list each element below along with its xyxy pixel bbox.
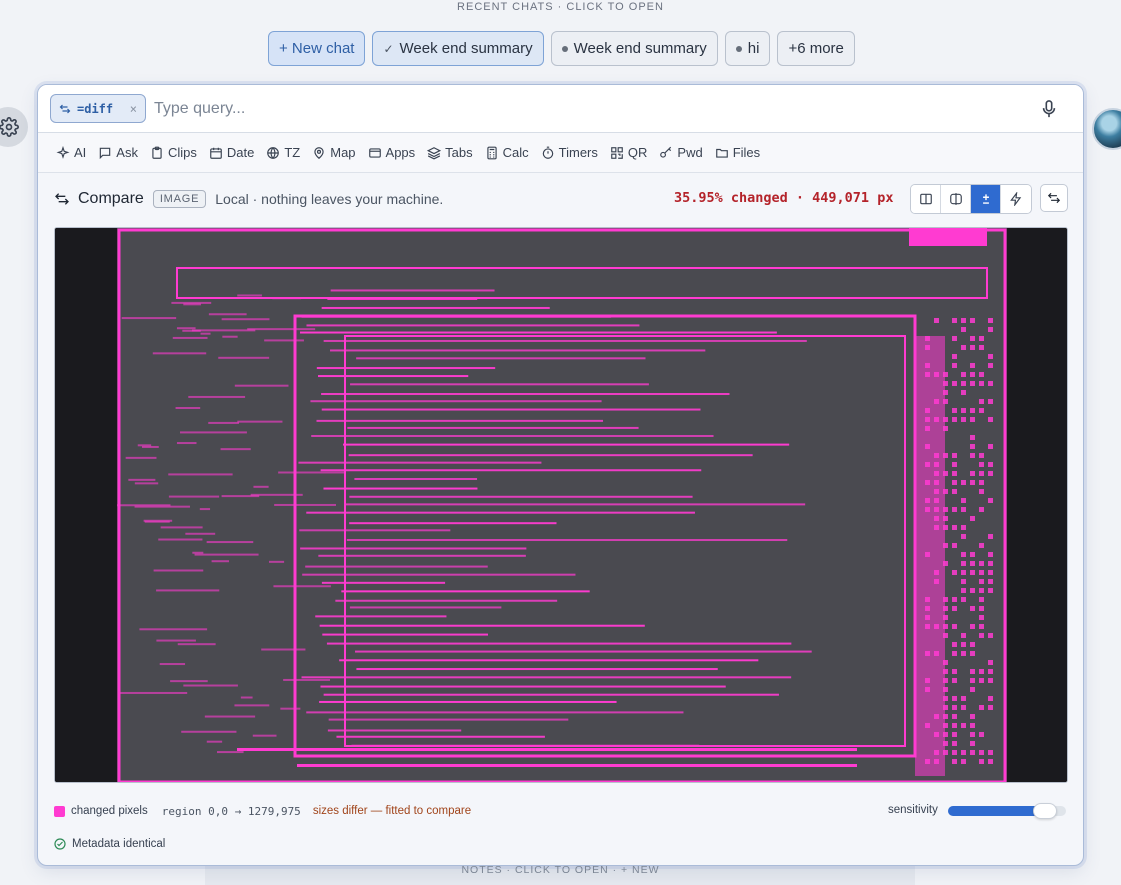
map-pin-icon [314,146,324,159]
tool-calc[interactable]: Calc [485,145,529,160]
tool-timers[interactable]: Timers [541,145,598,160]
letterbox-right [1007,228,1067,782]
tool-label: Clips [167,145,197,160]
view-mode-group [910,184,1032,214]
command-panel: =diff × AI Ask Clips Date [37,84,1084,866]
microphone-button[interactable] [1029,99,1069,118]
letterbox-left [55,228,117,782]
more-chats-label: +6 more [788,40,844,57]
changed-pixels-swatch [54,805,65,817]
chat-bubble-icon [100,147,111,159]
new-chat-label: + New chat [279,40,355,57]
globe-icon [267,146,280,159]
flicker-view-button[interactable] [1001,185,1031,213]
tool-map[interactable]: Map [312,145,356,160]
gear-icon [0,117,19,137]
recent-chat-label: hi [747,40,760,57]
more-chats-button[interactable]: +6 more [777,31,855,66]
tool-tabs[interactable]: Tabs [427,145,473,160]
key-icon [660,146,672,158]
swap-icon [1047,192,1061,204]
changed-stat: 35.95% changed · 449,071 px [674,190,894,206]
swipe-compare-icon [949,193,962,205]
recent-chat-hi[interactable]: hi [724,31,771,66]
microphone-icon [1042,99,1056,117]
swap-icon [55,193,69,205]
lightning-icon [1010,192,1022,206]
tool-label: Calc [502,145,529,160]
query-input[interactable] [154,93,1029,124]
tool-label: Map [330,145,356,160]
check-icon: ✓ [383,41,394,56]
size-mismatch-note: sizes differ — fitted to compare [312,805,472,817]
tool-label: Apps [385,145,416,160]
tool-qr[interactable]: QR [610,145,648,160]
tool-label: TZ [284,145,301,160]
compare-header: Compare IMAGE Local · nothing leaves you… [38,173,1083,225]
sensitivity-handle[interactable] [1032,803,1057,819]
tool-apps[interactable]: Apps [368,145,416,160]
tool-label: Pwd [677,145,703,160]
folder-icon [715,148,728,158]
slider-view-button[interactable] [941,185,971,213]
dot-icon [735,45,742,52]
plus-minus-icon [982,194,989,204]
new-chat-button[interactable]: + New chat [268,31,366,66]
diff-legend: changed pixels region 0,0 → 1279,975 siz… [54,803,1068,819]
clipboard-icon [152,146,162,159]
sensitivity-slider[interactable] [948,803,1066,819]
tool-ai[interactable]: AI [56,145,86,160]
calendar-icon [210,147,222,159]
recent-chats-bar: + New chat ✓ Week end summary Week end s… [268,31,855,66]
check-circle-icon [54,838,66,850]
notes-label: NOTES · CLICK TO OPEN · + NEW [461,864,660,876]
side-by-side-view-button[interactable] [911,185,941,213]
swap-images-button[interactable] [1040,184,1068,212]
tool-label: AI [74,145,87,160]
diff-view-button[interactable] [971,185,1001,213]
tool-tz[interactable]: TZ [266,145,300,160]
swap-icon [59,104,71,113]
recent-chats-label: RECENT CHATS · CLICK TO OPEN [457,1,664,13]
metadata-status: Metadata identical [54,838,165,850]
region-readout: region 0,0 → 1279,975 [161,804,301,818]
diff-image-viewer[interactable] [54,227,1068,783]
tool-label: Ask [116,145,138,160]
sparkle-icon [56,145,70,159]
tool-files[interactable]: Files [715,145,760,160]
diff-mode-chip[interactable]: =diff × [50,94,146,123]
dot-icon [561,45,568,52]
sensitivity-label: sensitivity [888,804,938,816]
tool-label: Tabs [445,145,473,160]
changed-pixels-label: changed pixels [71,805,148,817]
qr-icon [611,146,623,159]
tool-label: Date [226,145,255,160]
diff-mode-label: =diff [77,101,114,116]
tool-label: Files [732,145,761,160]
metadata-label: Metadata identical [72,838,166,850]
tool-label: Timers [558,145,598,160]
sensitivity-fill [948,806,1045,816]
tool-date[interactable]: Date [209,145,254,160]
diff-image [117,228,1007,782]
query-bar: =diff × [38,85,1083,133]
tool-label: QR [627,145,648,160]
image-badge: IMAGE [152,190,207,208]
recent-chat-week-end-summary[interactable]: Week end summary [550,31,718,66]
calculator-icon [486,146,497,159]
recent-chat-label: Week end summary [573,40,707,57]
tool-pwd[interactable]: Pwd [659,145,703,160]
window-icon [368,147,381,158]
tool-ask[interactable]: Ask [98,145,138,160]
stopwatch-icon [542,146,553,159]
tool-clips[interactable]: Clips [150,145,197,160]
privacy-note: Local · nothing leaves your machine. [215,191,444,207]
split-columns-icon [919,193,932,205]
recent-chat-week-end-summary-active[interactable]: ✓ Week end summary [372,31,544,66]
recent-chat-label: Week end summary [399,40,533,57]
layers-icon [427,146,442,159]
tools-bar: AI Ask Clips Date TZ Map Apps Tabs Calc … [38,133,1083,173]
compare-title: Compare [78,190,144,207]
close-icon[interactable]: × [130,102,137,116]
